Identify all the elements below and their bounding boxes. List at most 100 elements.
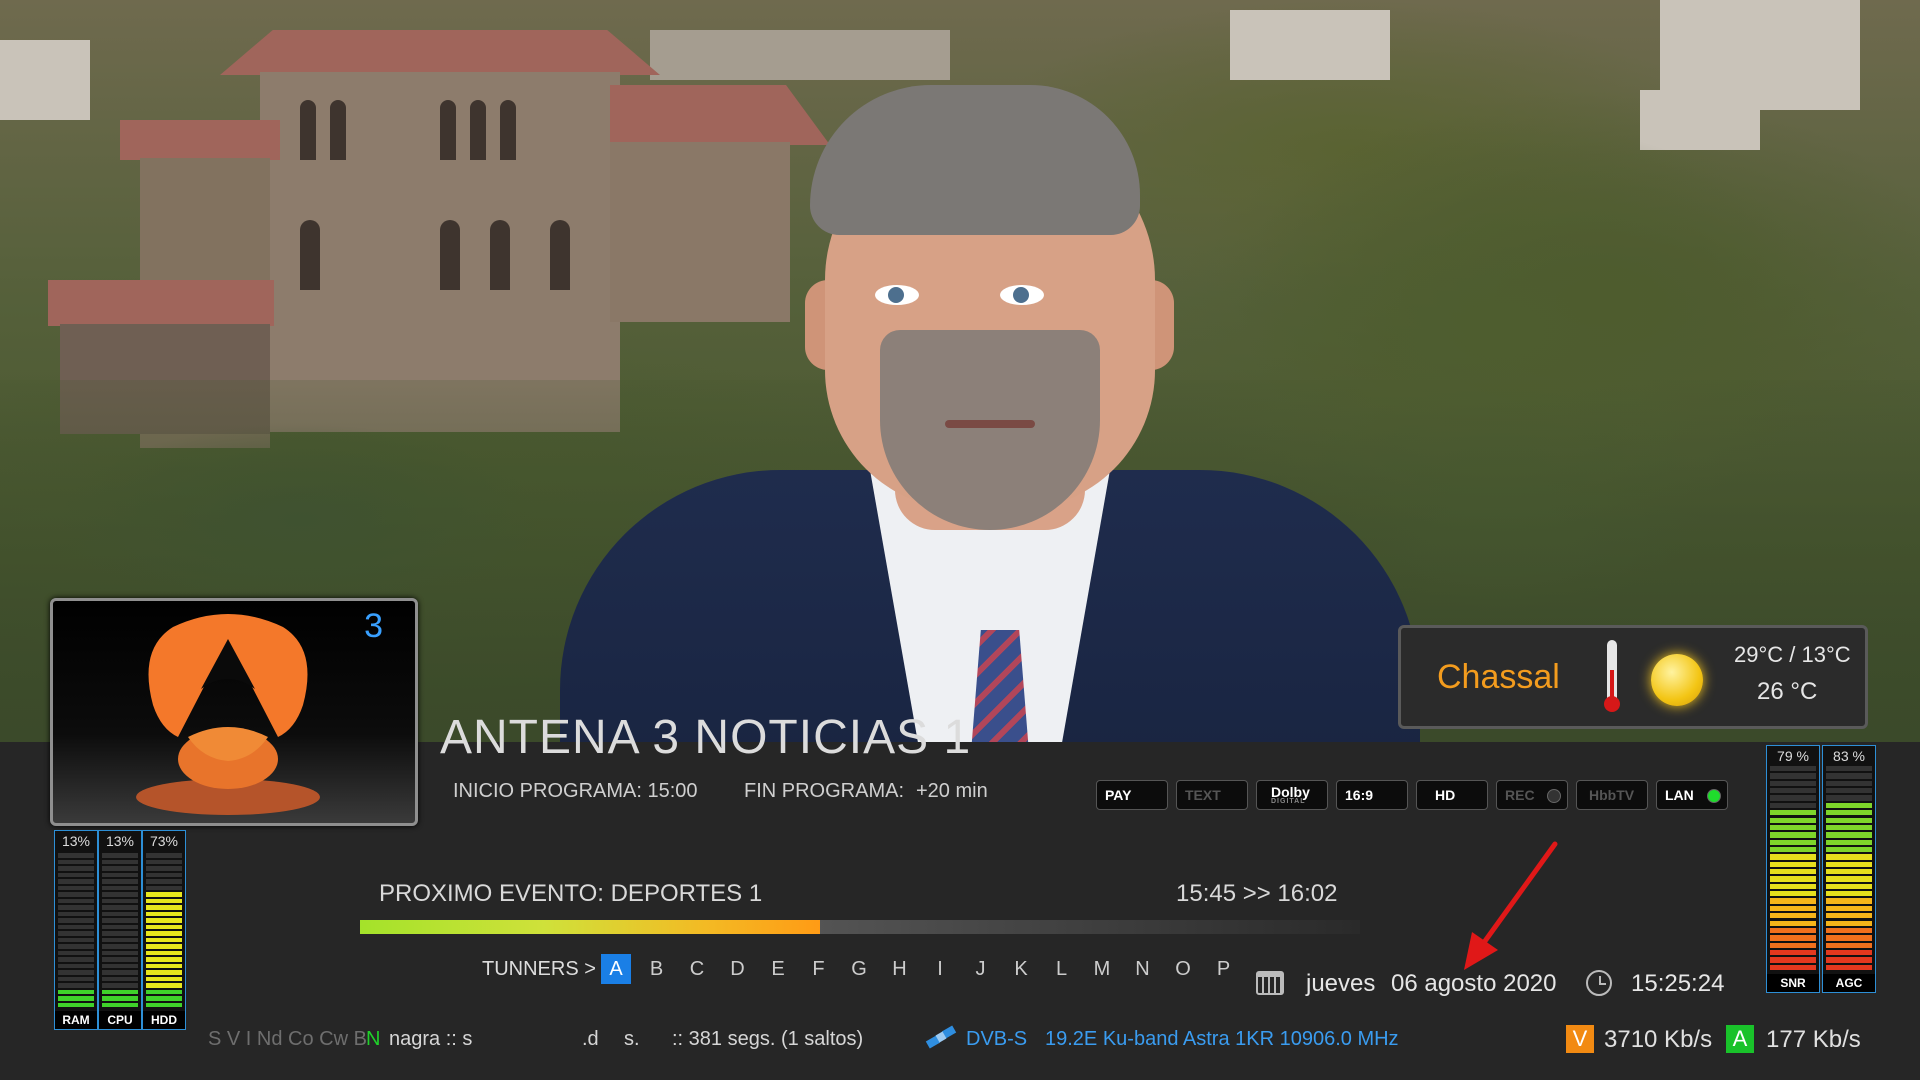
ram-label: RAM — [55, 1011, 97, 1029]
program-progress-bar — [360, 920, 1360, 934]
meter-segment — [58, 937, 94, 942]
cas-name: nagra :: s — [389, 1028, 473, 1050]
meter-segment — [146, 853, 182, 858]
background-house — [1230, 10, 1390, 80]
weather-current: 26 °C — [1757, 678, 1818, 705]
meter-segment — [1826, 869, 1872, 875]
building-roof — [610, 85, 830, 145]
meter-segment — [1770, 810, 1816, 816]
meter-segment — [58, 983, 94, 988]
meter-segment — [102, 963, 138, 968]
tuner-e: E — [771, 958, 785, 980]
snr-meter: 79 % SNR — [1766, 745, 1820, 993]
meter-segment — [102, 918, 138, 923]
status-fragment: .d — [582, 1028, 599, 1050]
tuner-k: K — [1014, 958, 1028, 980]
meter-segment — [1826, 788, 1872, 794]
meter-segment — [1770, 788, 1816, 794]
meter-segment — [1770, 964, 1816, 970]
meter-segment — [102, 983, 138, 988]
building-window — [470, 100, 486, 160]
meter-segment — [1826, 817, 1872, 823]
meter-segment — [102, 950, 138, 955]
meter-segment — [1826, 802, 1872, 809]
calendar-icon — [1256, 971, 1284, 995]
meter-segment — [1826, 964, 1872, 970]
meter-segment — [1770, 876, 1816, 882]
meter-segment — [58, 872, 94, 877]
flag-text: TEXT — [1176, 780, 1248, 810]
meter-segment — [146, 885, 182, 890]
building-window — [300, 220, 320, 290]
meter-segment — [102, 1002, 138, 1007]
agc-percent: 83 % — [1833, 748, 1865, 764]
tuner-m: M — [1093, 958, 1111, 980]
meter-segment — [102, 976, 138, 981]
meter-segment — [146, 957, 182, 962]
video-bitrate: 3710 Kb/s — [1604, 1026, 1713, 1053]
meter-segment — [1770, 935, 1816, 941]
status-fragment: s. — [624, 1028, 640, 1050]
meter-segment — [58, 905, 94, 910]
meter-segment — [1770, 957, 1816, 963]
clock-icon — [1586, 970, 1612, 996]
meter-segment — [1770, 780, 1816, 787]
tuner-b: B — [649, 958, 664, 980]
meter-segment — [1770, 891, 1816, 897]
meter-segment — [1770, 802, 1816, 809]
meter-segment — [58, 944, 94, 949]
meter-segment — [58, 1002, 94, 1007]
meter-segment — [146, 950, 182, 955]
meter-segment — [1770, 817, 1816, 823]
meter-segment — [1826, 876, 1872, 882]
cpu-meter: 13% CPU — [98, 830, 142, 1030]
flag-rec: REC — [1496, 780, 1568, 810]
cas-active: N — [366, 1028, 381, 1050]
hdd-label: HDD — [143, 1011, 185, 1029]
tuners-label: TUNNERS > — [482, 958, 596, 980]
meter-segment — [1826, 891, 1872, 897]
meter-segment — [58, 931, 94, 936]
building-roof — [48, 280, 274, 326]
meter-segment — [1826, 846, 1872, 853]
meter-segment — [58, 866, 94, 871]
meter-segment — [146, 866, 182, 871]
program-end-label: FIN PROGRAMA: — [744, 780, 905, 802]
meter-segment — [146, 924, 182, 929]
meter-segment — [102, 879, 138, 884]
meter-segment — [146, 931, 182, 936]
flag-rec-label: REC — [1505, 787, 1535, 803]
meter-segment — [1826, 795, 1872, 801]
presenter-mouth — [945, 420, 1035, 428]
meter-segment — [146, 898, 182, 903]
presenter-eye — [875, 285, 919, 305]
building-window — [300, 100, 316, 160]
tuner-j: J — [975, 958, 986, 980]
flag-hd: HD — [1416, 780, 1488, 810]
meter-segment — [1770, 927, 1816, 934]
transponder-info: 19.2E Ku-band Astra 1KR 10906.0 MHz — [1045, 1028, 1399, 1050]
meter-segment — [1826, 810, 1872, 816]
audio-badge: A — [1726, 1025, 1754, 1053]
meter-segment — [102, 885, 138, 890]
antena3-logo-icon — [136, 614, 320, 815]
meter-segment — [102, 970, 138, 975]
weather-range: 29°C / 13°C — [1734, 642, 1851, 667]
meter-segment — [1770, 839, 1816, 845]
meter-segment — [1826, 832, 1872, 838]
meter-segment — [1770, 846, 1816, 853]
meter-segment — [1770, 773, 1816, 779]
meter-segment — [1826, 780, 1872, 787]
flag-hbbtv: HbbTV — [1576, 780, 1648, 810]
meter-segment — [1770, 824, 1816, 831]
meter-segment — [102, 892, 138, 897]
meter-segment — [58, 853, 94, 858]
sun-icon — [1651, 654, 1703, 706]
next-event-time: 15:45 >> 16:02 — [1176, 880, 1338, 907]
meter-segment — [1770, 949, 1816, 956]
meter-segment — [1770, 905, 1816, 912]
meter-segment — [1826, 927, 1872, 934]
hdd-percent: 73% — [149, 833, 179, 849]
meter-segment — [1770, 942, 1816, 948]
meter-segment — [58, 924, 94, 929]
